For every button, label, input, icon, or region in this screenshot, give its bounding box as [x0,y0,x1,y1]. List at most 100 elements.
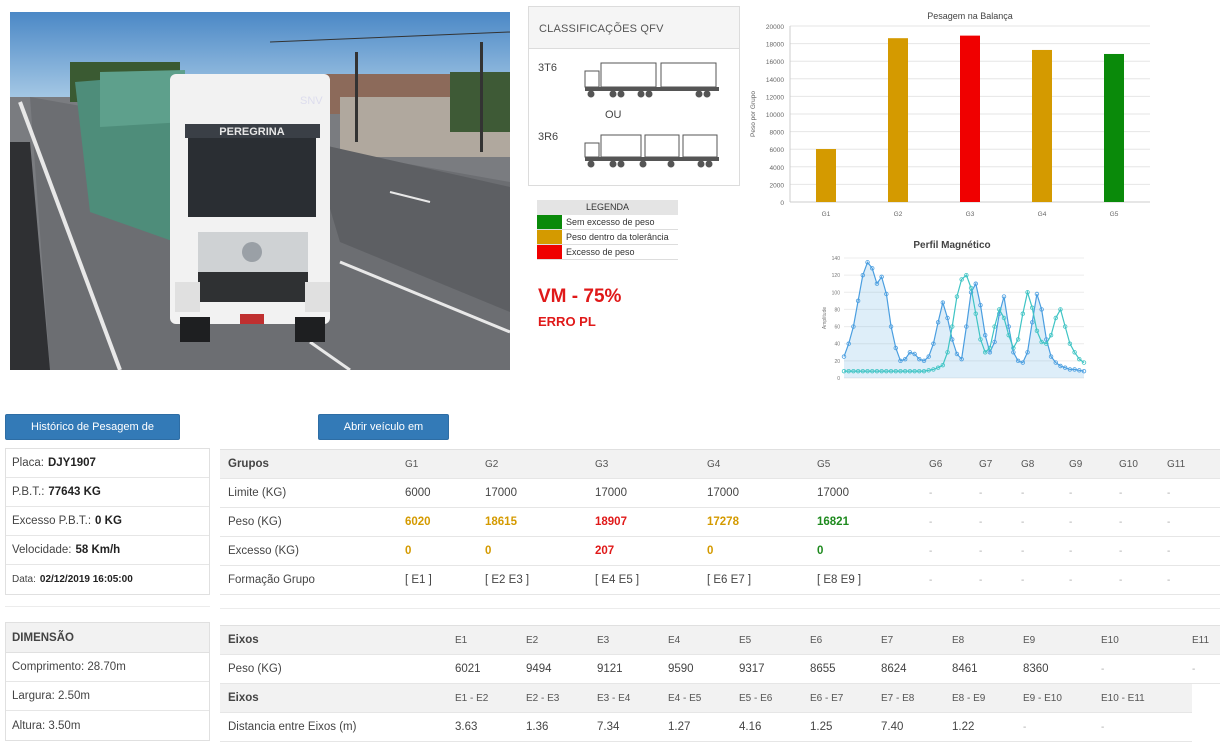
group-weight-cell: - [979,507,1021,537]
error-alert: ERRO PL [538,314,596,329]
y-tick-label: 140 [832,256,841,262]
plate-value: DJY1907 [47,457,96,469]
group-weight-cell: - [1167,507,1220,537]
x-tick-label: G1 [822,211,831,218]
axle-weight-label: Peso (KG) [220,654,455,684]
group-formation-cell: [ E2 E3 ] [485,565,595,595]
group-excess-cell: - [1021,536,1069,566]
group-weight-cell: - [929,507,979,537]
speed-value: 58 Km/h [75,544,121,556]
axle-distance-cell: - [1101,712,1192,742]
plate-label: Placa: [12,457,44,469]
axle-weight-row: Peso (KG) 6021 9494 9121 9590 9317 8655 8624 84… [220,654,1220,684]
dimension-title: DIMENSÃO [6,623,209,653]
weighing-history-button[interactable]: Histórico de Pesagem de Veículos [5,414,180,457]
date-value: 02/12/2019 16:05:00 [39,574,133,585]
y-axis-label: Amplitude [822,307,828,329]
axle-pair-header: E9 - E10 [1023,683,1101,713]
group-column-header: G5 [817,449,929,479]
group-weight-cell: - [1069,507,1119,537]
axle-distance-cell: 3.63 [455,712,526,742]
group-weight-cell: 6020 [405,507,485,537]
groups-header: Grupos [220,449,405,479]
group-limit-cell: - [1069,478,1119,508]
group-limit-cell: 17000 [817,478,929,508]
axle-weight-cell: 9590 [668,654,739,684]
axle-pair-header: E8 - E9 [952,683,1023,713]
weighing-bar-chart: Pesagem na Balança 0 2000 4000 6000 8000 10000… [750,11,1150,218]
axle-column-header: E8 [952,625,1023,655]
truck-brand-text: PEREGRINA [219,126,284,138]
groups-header-row: Grupos G1 G2 G3 G4 G5 G6 G7 G8 G9 G10 G11 [220,449,1220,479]
group-limit-cell: - [1119,478,1167,508]
axle-pair-header: E1 - E2 [455,683,526,713]
y-axis-label: Peso por Grupo [750,91,757,137]
group-excess-cell: - [929,536,979,566]
magnetic-profile-chart: Perfil Magnético 0 20 40 60 80 100 120 140 Amplit… [822,240,1087,382]
height-row: Altura: 3.50m [12,719,81,732]
group-excess-cell: 0 [405,536,485,566]
axle-distance-row: Distancia entre Eixos (m) 3.63 1.36 7.34 1.… [220,712,1220,742]
date-row: Data: 02/12/2019 16:05:00 [6,565,209,594]
y-tick-label: 40 [834,342,840,348]
group-column-header: G1 [405,449,485,479]
axle-pairs-header-row: Eixos E1 - E2 E2 - E3 E3 - E4 E4 - E5 E5 - E… [220,683,1220,713]
axle-pair-header: E6 - E7 [810,683,881,713]
length-row: Comprimento: 28.70m [6,653,209,682]
group-formation-cell: [ E4 E5 ] [595,565,707,595]
y-tick-label: 60 [834,325,840,331]
excess-pbt-label: Excesso P.B.T.: [12,515,92,527]
legend-item: Sem excesso de peso [537,215,678,230]
axle-pair-header: E7 - E8 [881,683,952,713]
y-tick-label: 18000 [766,42,784,49]
legend-item: Peso dentro da tolerância [537,230,678,245]
group-weight-cell: 17278 [707,507,817,537]
group-column-header: G10 [1119,449,1167,479]
speed-row: Velocidade: 58 Km/h [6,536,209,565]
y-tick-label: 20 [834,359,840,365]
speed-label: Velocidade: [12,544,72,556]
open-vehicle-session-button[interactable]: Abrir veículo em sessão [318,414,449,457]
group-weight-cell: 16821 [817,507,929,537]
axle-column-header: E2 [526,625,597,655]
group-excess-cell: 0 [485,536,595,566]
axles-header-row: Eixos E1 E2 E3 E4 E5 E6 E7 E8 E9 E10 E11 [220,625,1220,655]
limit-label: Limite (KG) [220,478,405,508]
bar-g4 [1032,49,1052,202]
axle-pair-header: E3 - E4 [597,683,668,713]
group-weight-cell: 18907 [595,507,707,537]
group-limit-cell: 17000 [595,478,707,508]
group-excess-cell: 0 [817,536,929,566]
groups-table: Grupos G1 G2 G3 G4 G5 G6 G7 G8 G9 G10 G11 Limite (… [220,449,1220,595]
group-excess-cell: - [1167,536,1220,566]
x-tick-label: G5 [1110,211,1119,218]
chart-title: Pesagem na Balança [927,11,1013,21]
y-tick-label: 4000 [770,165,785,172]
y-tick-label: 0 [780,200,784,207]
vehicle-camera-photo: PEREGRINA SNV [10,12,510,370]
group-limit-cell: - [1021,478,1069,508]
y-tick-label: 6000 [770,147,785,154]
x-tick-label: G3 [966,211,975,218]
axle-distance-cell: 1.25 [810,712,881,742]
group-formation-cell: - [1119,565,1167,595]
group-excess-cell: - [1119,536,1167,566]
axle-distance-cell: 1.36 [526,712,597,742]
group-formation-cell: - [929,565,979,595]
weight-label: Peso (KG) [220,507,405,537]
width-row: Largura: 2.50m [6,682,209,711]
pbt-label: P.B.T.: [12,486,45,498]
legend-swatch-orange [537,230,562,244]
group-formation-cell: [ E8 E9 ] [817,565,929,595]
group-column-header: G9 [1069,449,1119,479]
axle-distance-cell: 7.34 [597,712,668,742]
axle-weight-cell: 8624 [881,654,952,684]
axle-column-header: E5 [739,625,810,655]
group-weight-cell: - [1119,507,1167,537]
truck-3r6-icon [584,134,719,168]
qfv-classification-panel: CLASSIFICAÇÕES QFV 3T6 OU 3R6 [528,6,740,186]
limit-row: Limite (KG) 6000 17000 17000 17000 17000- - - -… [220,478,1220,508]
weight-legend: LEGENDA Sem excesso de peso Peso dentro … [537,200,678,260]
y-tick-label: 0 [837,376,840,382]
y-tick-label: 100 [832,290,841,296]
